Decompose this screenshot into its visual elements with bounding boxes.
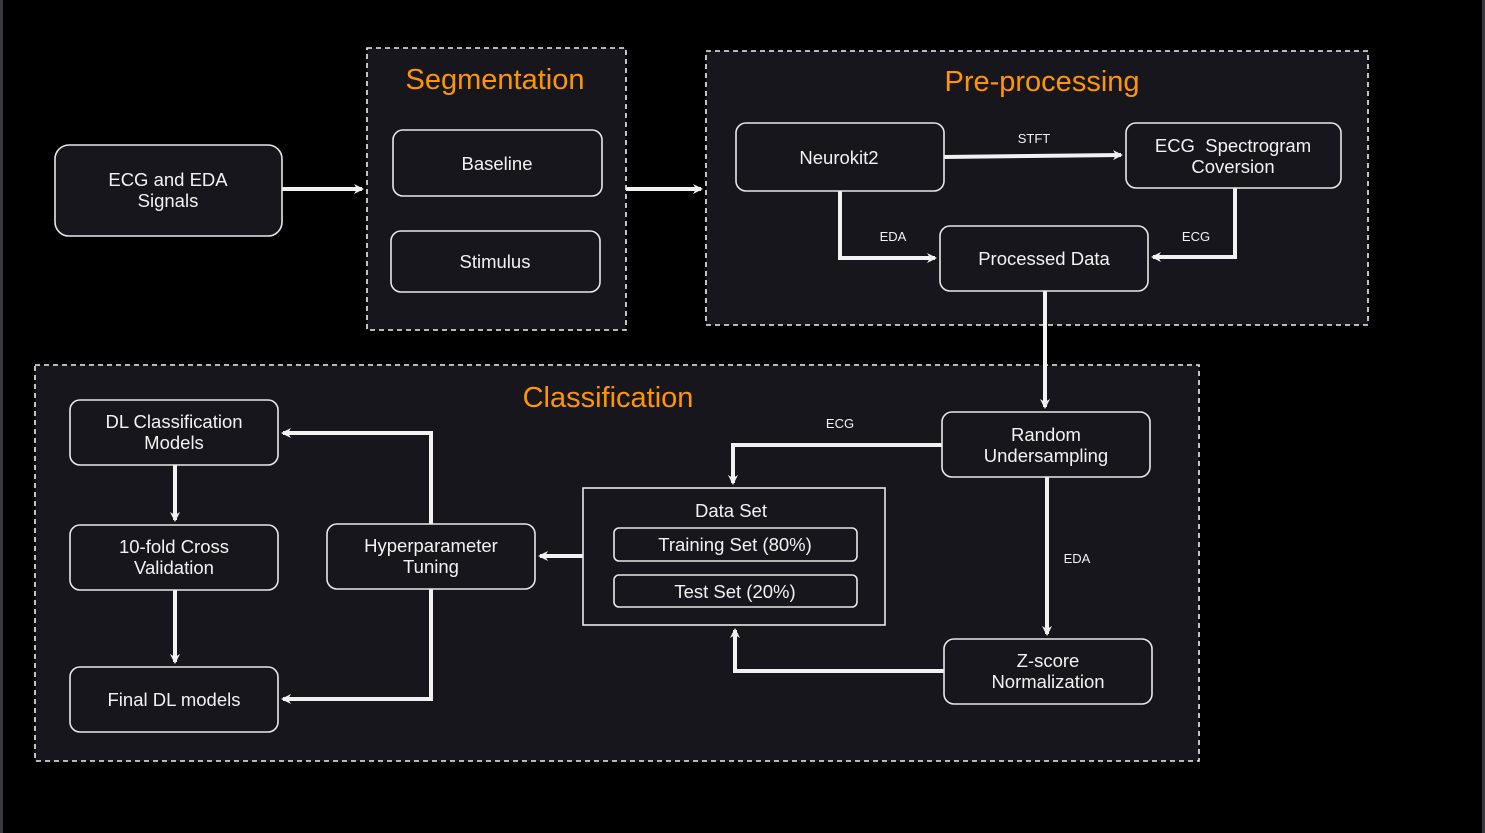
node-spectrogram: ECG Spectrogram Coversion (1125, 122, 1342, 189)
edge-neurokit-spectrogram (943, 150, 1123, 161)
svg-text:Processed Data: Processed Data (978, 248, 1110, 269)
node-dataset: Data Set Training Set (80%) Test Set (20… (582, 487, 886, 626)
edge-label-ecg-cls: ECG (826, 416, 854, 431)
svg-text:Hyperparameter: Hyperparameter (364, 535, 498, 556)
node-final-models: Final DL models (69, 666, 279, 733)
node-baseline: Baseline (392, 129, 603, 197)
node-zscore: Z-score Normalization (943, 638, 1153, 705)
svg-text:Signals: Signals (138, 190, 199, 211)
svg-text:Neurokit2: Neurokit2 (799, 147, 878, 168)
node-undersampling: Random Undersampling (941, 411, 1151, 478)
svg-text:Z-score: Z-score (1017, 650, 1080, 671)
test-set-label: Test Set (20%) (674, 581, 795, 602)
dataset-title: Data Set (695, 500, 767, 521)
svg-text:Tuning: Tuning (403, 556, 459, 577)
svg-text:Undersampling: Undersampling (984, 445, 1108, 466)
preprocessing-title: Pre-processing (944, 66, 1139, 98)
svg-text:ECG and EDA: ECG and EDA (108, 169, 228, 190)
flowchart: marker path{} Segmentation Pre-processin… (34, 47, 1369, 762)
svg-text:Stimulus: Stimulus (460, 251, 531, 272)
svg-text:Random: Random (1011, 424, 1081, 445)
diagram-canvas: marker path{} Segmentation Pre-processin… (0, 0, 1485, 833)
svg-text:Models: Models (144, 432, 204, 453)
svg-text:ECG Spectrogram: ECG Spectrogram (1155, 135, 1311, 156)
svg-text:Final DL models: Final DL models (108, 689, 241, 710)
edge-label-ecg-pre: ECG (1182, 229, 1210, 244)
segmentation-title: Segmentation (406, 64, 585, 96)
svg-text:Normalization: Normalization (991, 671, 1104, 692)
node-processed-data: Processed Data (939, 225, 1149, 292)
svg-text:Coversion: Coversion (1191, 156, 1274, 177)
node-hyperparameter-tuning: Hyperparameter Tuning (326, 523, 536, 590)
classification-title: Classification (523, 382, 694, 414)
edge-label-eda-cls: EDA (1064, 551, 1091, 566)
edge-label-eda-pre: EDA (880, 229, 907, 244)
svg-text:Baseline: Baseline (462, 153, 533, 174)
node-stimulus: Stimulus (390, 230, 601, 293)
node-dl-models: DL Classification Models (69, 399, 279, 466)
svg-text:Validation: Validation (134, 557, 214, 578)
node-neurokit: Neurokit2 (735, 122, 945, 192)
svg-text:DL Classification: DL Classification (105, 411, 242, 432)
svg-text:10-fold Cross: 10-fold Cross (119, 536, 229, 557)
node-signals: ECG and EDA Signals (54, 144, 283, 237)
training-set-label: Training Set (80%) (658, 534, 812, 555)
node-cross-validation: 10-fold Cross Validation (69, 524, 279, 591)
edge-label-stft: STFT (1018, 131, 1051, 146)
